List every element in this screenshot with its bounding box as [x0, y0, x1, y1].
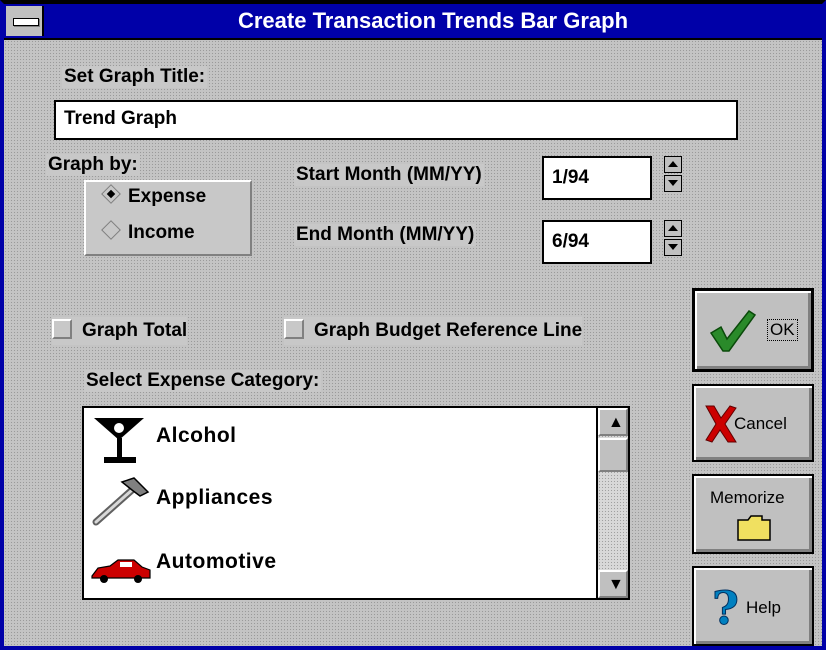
memorize-button-label: Memorize	[710, 488, 785, 507]
spin-down-button[interactable]	[664, 175, 682, 192]
car-icon	[91, 559, 151, 583]
svg-text:?: ?	[712, 582, 739, 632]
graph-budget-label: Graph Budget Reference Line	[314, 320, 583, 341]
radio-income-label: Income	[128, 222, 195, 243]
list-item[interactable]: Automotive	[84, 536, 594, 596]
list-item-label: Automotive	[156, 550, 277, 573]
checkbox-box-icon	[284, 318, 304, 339]
list-item[interactable]: Alcohol	[84, 410, 594, 470]
end-month-spinner[interactable]	[664, 220, 682, 256]
graph-total-checkbox[interactable]: Graph Total	[52, 317, 188, 345]
scroll-up-button[interactable]: ▲	[598, 408, 628, 436]
start-month-label: Start Month (MM/YY)	[294, 164, 484, 186]
graph-total-label: Graph Total	[82, 320, 188, 341]
arrow-down-icon	[668, 180, 678, 186]
help-button-label: Help	[746, 598, 781, 617]
folder-icon	[737, 515, 771, 541]
arrow-up-icon: ▲	[608, 414, 624, 431]
system-menu-button[interactable]	[6, 6, 44, 36]
help-question-icon: ?	[712, 582, 740, 632]
ok-button-label: OK	[767, 319, 798, 341]
end-month-input[interactable]: 6/94	[542, 220, 652, 264]
window-title: Create Transaction Trends Bar Graph	[237, 8, 629, 33]
graph-by-label: Graph by:	[46, 154, 140, 176]
arrow-up-icon	[668, 225, 678, 231]
system-menu-icon	[13, 18, 39, 26]
end-month-label: End Month (MM/YY)	[294, 224, 477, 246]
category-scrollbar[interactable]: ▲ ▼	[596, 408, 628, 598]
list-item-label: Appliances	[156, 486, 274, 509]
memorize-button[interactable]: Memorize	[692, 474, 814, 554]
arrow-down-icon	[668, 244, 678, 250]
spin-down-button[interactable]	[664, 239, 682, 256]
list-item[interactable]: Appliances	[84, 472, 594, 532]
arrow-up-icon	[668, 161, 678, 167]
spin-up-button[interactable]	[664, 156, 682, 173]
radio-expense[interactable]: Expense	[101, 184, 207, 208]
radio-unselected-icon	[101, 220, 121, 240]
spin-up-button[interactable]	[664, 220, 682, 237]
checkbox-box-icon	[52, 318, 72, 339]
radio-income[interactable]: Income	[101, 220, 195, 244]
dialog-window: Create Transaction Trends Bar Graph Set …	[0, 0, 826, 650]
ok-button[interactable]: OK	[692, 288, 814, 372]
radio-selected-icon	[101, 184, 121, 204]
help-button[interactable]: ? Help	[692, 566, 814, 646]
start-month-spinner[interactable]	[664, 156, 682, 192]
scroll-thumb[interactable]	[598, 438, 628, 472]
cancel-button-label: Cancel	[734, 414, 787, 433]
start-month-input[interactable]: 1/94	[542, 156, 652, 200]
title-bar: Create Transaction Trends Bar Graph	[4, 4, 822, 40]
cancel-x-icon	[705, 405, 737, 443]
hammer-icon	[92, 477, 150, 526]
martini-glass-icon	[94, 418, 144, 463]
cancel-button[interactable]: Cancel	[692, 384, 814, 462]
graph-title-input[interactable]: Trend Graph	[54, 100, 738, 140]
arrow-down-icon: ▼	[608, 576, 624, 593]
radio-expense-label: Expense	[128, 186, 207, 207]
list-item-label: Alcohol	[156, 424, 237, 447]
graph-title-label: Set Graph Title:	[62, 66, 208, 88]
category-label: Select Expense Category:	[84, 370, 322, 392]
scroll-down-button[interactable]: ▼	[598, 570, 628, 598]
checkmark-icon	[709, 309, 757, 352]
category-listbox[interactable]: Alcohol Appliances Automotive ▲ ▼	[82, 406, 630, 600]
graph-budget-checkbox[interactable]: Graph Budget Reference Line	[284, 317, 583, 345]
